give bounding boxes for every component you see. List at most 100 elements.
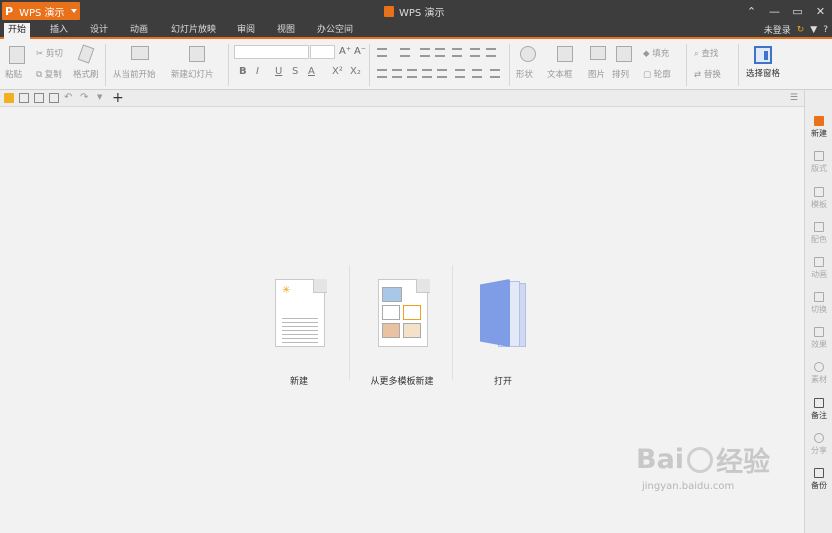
print-icon[interactable] [34, 93, 44, 103]
underline-button[interactable]: U [275, 66, 282, 77]
font-name-select[interactable] [234, 45, 309, 59]
template-thumb-icon [382, 323, 400, 338]
subscript-button[interactable]: X₂ [350, 66, 361, 77]
login-link[interactable]: 未登录 [764, 23, 791, 36]
shape-icon [520, 46, 536, 62]
sidebar-item-new[interactable]: 新建 [805, 116, 832, 139]
tab-home[interactable]: 开始 [4, 23, 31, 39]
shrink-font-button[interactable]: A⁻ [354, 46, 366, 57]
new-tab-plus-icon[interactable]: + [112, 90, 124, 106]
align-left-icon[interactable] [377, 69, 387, 78]
ribbon-separator [509, 44, 510, 86]
new-label: 新建 [289, 377, 308, 387]
sidebar-item-layout[interactable]: 版式 [805, 151, 832, 174]
sidebar-item-notes[interactable]: 备注 [805, 398, 832, 421]
bullet-list-icon[interactable] [377, 48, 387, 57]
sidebar-item-share[interactable]: 分享 [805, 433, 832, 456]
cut-label: 剪切 [45, 49, 63, 59]
align-right-icon[interactable] [407, 69, 417, 78]
fill-icon: ◆ [643, 49, 653, 59]
undo-icon[interactable]: ↶ [64, 93, 72, 103]
sidebar-item-transition[interactable]: 切换 [805, 292, 832, 315]
tab-design[interactable]: 设计 [86, 23, 112, 38]
outline-button[interactable]: ▢ 轮廓 [643, 68, 671, 80]
justify-icon[interactable] [422, 69, 432, 78]
textbox-icon [557, 46, 573, 62]
open-folder-large-icon [480, 279, 510, 347]
sidebar-item-template[interactable]: 模板 [805, 187, 832, 210]
format-painter-button[interactable]: 格式刷 [73, 68, 99, 80]
customize-toolbar-icon[interactable]: ▼ [97, 93, 102, 103]
italic-button[interactable]: I [256, 66, 259, 77]
sidebar-item-label: 版式 [811, 164, 827, 173]
minimize-icon[interactable]: — [763, 0, 786, 22]
new-slide-button[interactable]: 新建幻灯片 [171, 68, 214, 80]
tab-animation[interactable]: 动画 [126, 23, 152, 38]
open-folder-icon[interactable] [4, 93, 14, 103]
tab-slideshow[interactable]: 幻灯片放映 [167, 23, 220, 38]
vertical-align-icon[interactable] [455, 69, 465, 78]
bold-button[interactable]: B [239, 66, 247, 77]
skin-icon[interactable]: ▼ [810, 25, 817, 35]
textbox-button[interactable]: 文本框 [547, 68, 573, 80]
align-center-icon[interactable] [392, 69, 402, 78]
selection-pane-button[interactable]: 选择窗格 [742, 44, 784, 79]
fill-button[interactable]: ◆ 填充 [643, 47, 669, 59]
print-preview-icon[interactable] [49, 93, 59, 103]
new-blank-item[interactable]: ✳ 新建 [268, 277, 330, 397]
open-item[interactable]: 打开 [472, 277, 534, 397]
wps-logo-icon: P [5, 4, 14, 18]
maximize-icon[interactable]: ▭ [786, 0, 809, 22]
replace-button[interactable]: ⇄ 替换 [694, 68, 721, 80]
sync-icon[interactable]: ↻ [797, 25, 805, 35]
sidebar-item-color-scheme[interactable]: 配色 [805, 222, 832, 245]
sidebar-item-label: 动画 [811, 270, 827, 279]
find-button[interactable]: ⌕ 查找 [694, 47, 718, 59]
increase-indent-icon[interactable] [435, 48, 445, 57]
columns-icon[interactable] [470, 48, 480, 57]
effects-icon [814, 327, 824, 337]
arrange-button[interactable]: 排列 [612, 68, 629, 80]
wps-small-logo-icon [384, 6, 394, 17]
redo-icon[interactable]: ↷ [80, 93, 88, 103]
paragraph-spacing-icon[interactable] [472, 69, 482, 78]
shape-button[interactable]: 形状 [516, 68, 533, 80]
number-list-icon[interactable] [400, 48, 410, 57]
text-direction-icon[interactable] [486, 48, 496, 57]
help-icon[interactable]: ? [823, 25, 828, 35]
account-tools: 未登录 ↻ ▼ ? [764, 23, 828, 37]
sidebar-item-animation[interactable]: 动画 [805, 257, 832, 280]
line-spacing-icon[interactable] [452, 48, 462, 57]
new-from-template-item[interactable]: 从更多模板新建 [360, 277, 444, 397]
app-menu-button[interactable]: P WPS 演示 [2, 2, 80, 20]
paste-button[interactable]: 粘贴 [5, 68, 22, 80]
save-icon[interactable] [19, 93, 29, 103]
new-slide-icon [189, 46, 205, 62]
sidebar-item-backup[interactable]: 备份 [805, 468, 832, 491]
copy-button[interactable]: ⧉ 复制 [36, 68, 62, 80]
chevron-down-icon [71, 9, 77, 13]
cut-button[interactable]: ✂ 剪切 [36, 47, 63, 59]
decrease-indent-icon[interactable] [420, 48, 430, 57]
toolbar-options-icon[interactable]: ☰ [790, 93, 798, 103]
tab-review[interactable]: 审阅 [233, 23, 259, 38]
collapse-ribbon-icon[interactable]: ⌃ [740, 0, 763, 22]
from-current-button[interactable]: 从当前开始 [113, 68, 156, 80]
grow-font-button[interactable]: A⁺ [339, 46, 351, 57]
sidebar-item-effects[interactable]: 效果 [805, 327, 832, 350]
task-pane-sidebar: 新建 版式 模板 配色 动画 切换 效果 素材 备注 分享 备份 [804, 90, 832, 533]
smart-art-icon[interactable] [490, 69, 500, 78]
tab-view[interactable]: 视图 [273, 23, 299, 38]
superscript-button[interactable]: X² [332, 66, 343, 77]
distribute-icon[interactable] [437, 69, 447, 78]
tab-office-space[interactable]: 办公空间 [313, 23, 357, 38]
tab-insert[interactable]: 插入 [46, 23, 72, 38]
window-title-text: WPS 演示 [399, 8, 445, 19]
strikethrough-button[interactable]: S [292, 66, 298, 77]
font-color-button[interactable]: A [308, 66, 315, 77]
sidebar-item-materials[interactable]: 素材 [805, 362, 832, 385]
font-size-select[interactable] [310, 45, 335, 59]
picture-button[interactable]: 图片 [588, 68, 605, 80]
sidebar-item-label: 备份 [811, 481, 827, 490]
close-icon[interactable]: ✕ [809, 0, 832, 22]
